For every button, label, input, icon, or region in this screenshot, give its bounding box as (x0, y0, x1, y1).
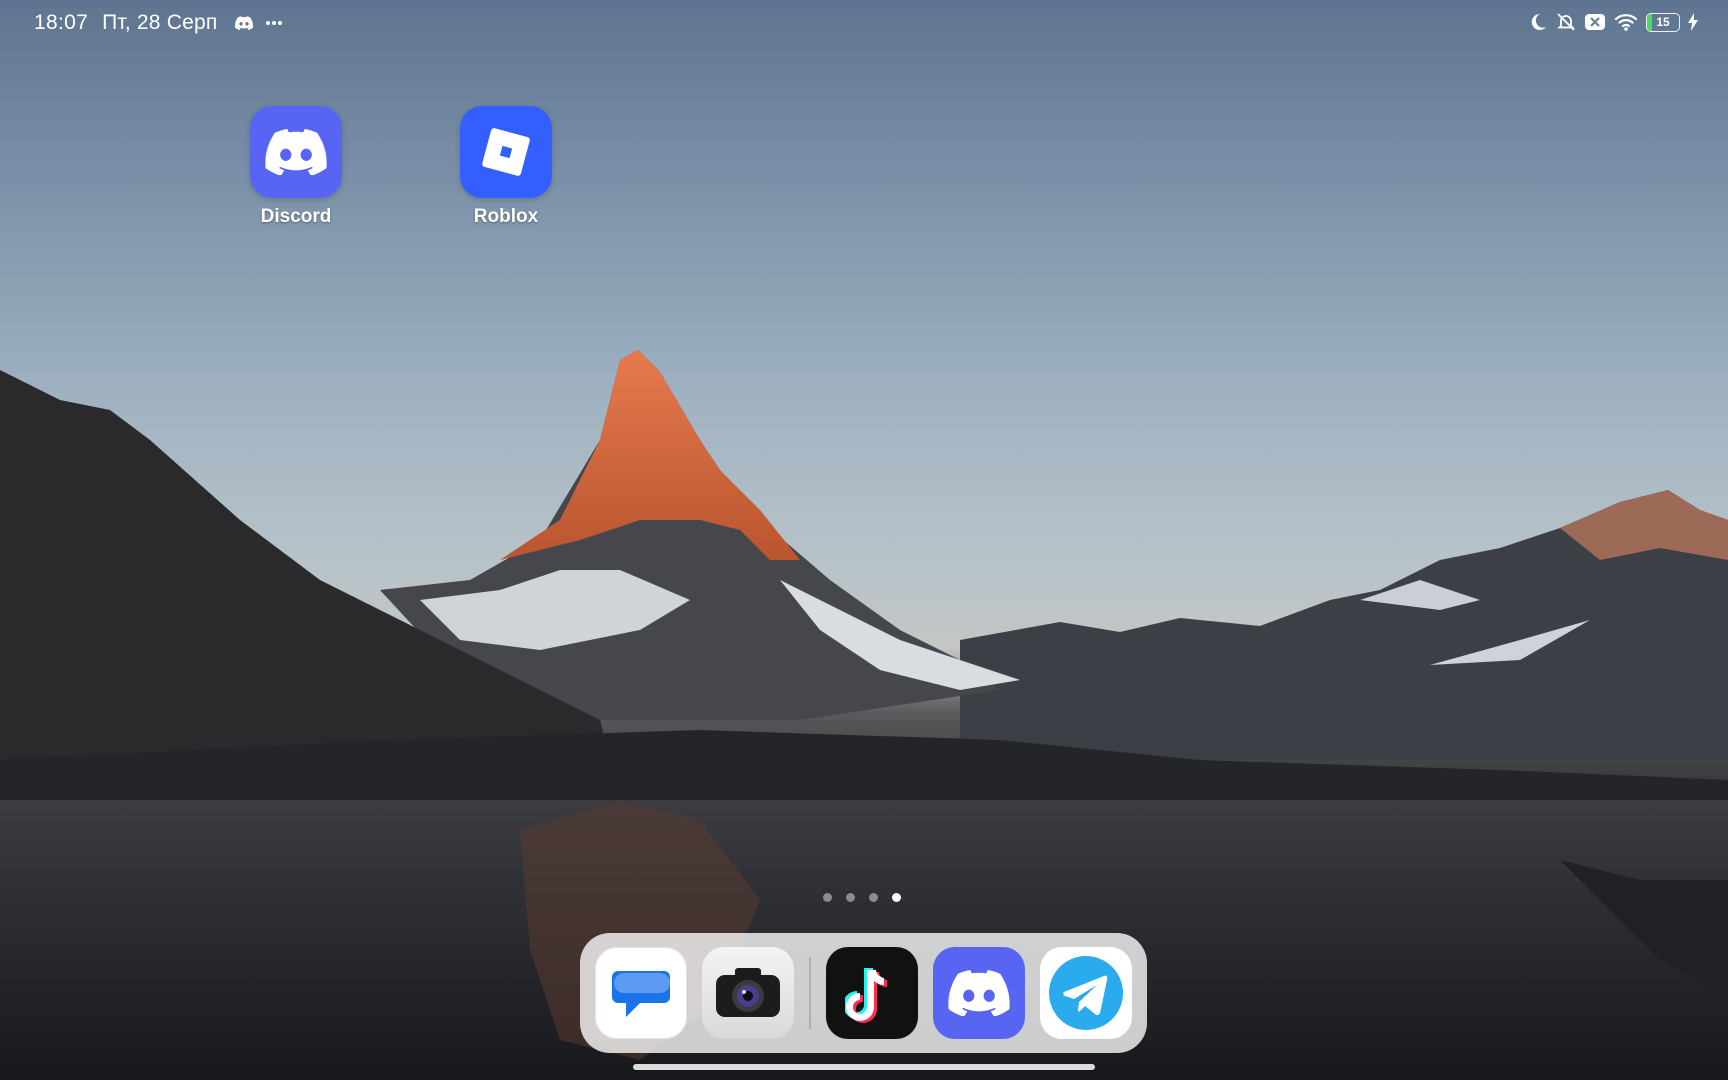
silent-bell-icon (1557, 13, 1575, 31)
page-dot[interactable] (823, 893, 832, 902)
home-gesture-bar[interactable] (633, 1064, 1095, 1070)
telegram-icon[interactable] (1040, 947, 1132, 1039)
date: Пт, 28 Серп (102, 11, 218, 34)
discord-icon[interactable] (933, 947, 1025, 1039)
more-icon (266, 21, 283, 25)
app-label: Roblox (473, 206, 539, 227)
wifi-icon (1614, 14, 1638, 31)
sim-off-icon (1585, 14, 1605, 30)
app-discord[interactable]: Discord (236, 106, 356, 228)
charging-icon (1688, 13, 1698, 31)
app-roblox[interactable]: Roblox (446, 106, 566, 228)
camera-icon[interactable] (702, 947, 794, 1039)
page-indicator[interactable] (823, 893, 901, 902)
status-bar[interactable]: 18:07 Пт, 28 Серп 15 (0, 0, 1728, 48)
messages-icon[interactable] (595, 947, 687, 1039)
battery-indicator: 15 (1646, 12, 1680, 32)
page-dot-active[interactable] (892, 893, 901, 902)
roblox-icon[interactable] (460, 106, 552, 198)
dock (580, 933, 1147, 1053)
moon-icon (1531, 13, 1546, 30)
clock: 18:07 (34, 11, 89, 34)
discord-icon (235, 16, 254, 30)
page-dot[interactable] (846, 893, 855, 902)
app-label: Discord (260, 206, 332, 227)
discord-icon[interactable] (250, 106, 342, 198)
battery-level: 15 (1656, 15, 1670, 29)
page-dot[interactable] (869, 893, 878, 902)
dock-separator (809, 957, 811, 1029)
tiktok-icon[interactable] (826, 947, 918, 1039)
